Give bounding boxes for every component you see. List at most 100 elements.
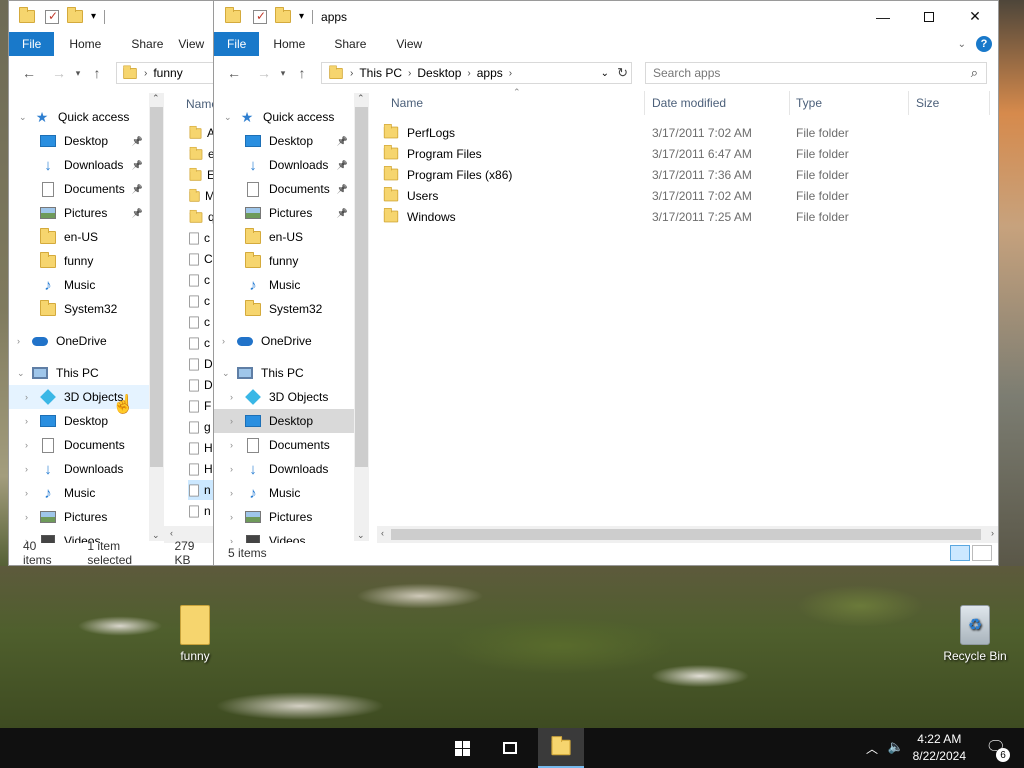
chevron-down-icon[interactable]: ⌄ xyxy=(224,112,232,123)
scroll-right-icon[interactable]: › xyxy=(991,528,994,538)
scroll-down-icon[interactable]: ⌄ xyxy=(357,530,365,541)
pin-icon[interactable]: 📌 xyxy=(132,136,143,147)
help-icon[interactable]: ? xyxy=(976,36,992,52)
nav-item-music[interactable]: ♪ Music xyxy=(9,273,149,297)
chevron-right-icon[interactable]: › xyxy=(230,464,233,474)
breadcrumb-this-pc[interactable]: This PC xyxy=(359,66,402,80)
properties-icon[interactable] xyxy=(253,9,267,24)
refresh-icon[interactable]: ↻ xyxy=(617,65,628,81)
breadcrumb-apps[interactable]: apps xyxy=(477,66,503,80)
close-button[interactable]: ✕ xyxy=(952,1,998,32)
nav-item-music[interactable]: ♪ Music xyxy=(214,273,354,297)
recent-locations-icon[interactable]: ▾ xyxy=(71,68,85,79)
nav-item-onedrive[interactable]: › OneDrive xyxy=(9,329,149,353)
chevron-right-icon[interactable]: › xyxy=(25,488,28,498)
new-folder-icon[interactable] xyxy=(275,7,291,23)
chevron-down-icon[interactable]: ⌄ xyxy=(222,368,230,379)
details-view-button[interactable] xyxy=(950,545,970,561)
address-bar[interactable]: › funny xyxy=(116,62,213,84)
chevron-right-icon[interactable]: › xyxy=(230,392,233,402)
nav-item-downloads[interactable]: ↓ Downloads 📌 xyxy=(9,153,149,177)
task-view-button[interactable] xyxy=(490,728,530,768)
chevron-right-icon[interactable]: › xyxy=(222,336,225,346)
column-header-type[interactable]: Type xyxy=(796,87,822,119)
nav-item-documents[interactable]: › Documents xyxy=(9,433,149,457)
nav-item-funny[interactable]: funny xyxy=(9,249,149,273)
start-button[interactable] xyxy=(442,728,482,768)
nav-item-pictures[interactable]: Pictures 📌 xyxy=(214,201,354,225)
file-row[interactable]: E xyxy=(188,165,213,185)
system-clock[interactable]: 4:22 AM 8/22/2024 xyxy=(913,731,966,765)
nav-item-en-us[interactable]: en-US xyxy=(9,225,149,249)
chevron-right-icon[interactable]: › xyxy=(17,336,20,346)
file-row[interactable]: c xyxy=(188,291,213,311)
pin-icon[interactable]: 📌 xyxy=(337,208,348,219)
recent-locations-icon[interactable]: ▾ xyxy=(276,68,290,79)
file-row[interactable]: c xyxy=(188,270,213,290)
chevron-right-icon[interactable]: › xyxy=(25,464,28,474)
nav-pane-scrollbar[interactable]: ⌃ ⌄ xyxy=(354,93,369,541)
nav-item-3d-objects[interactable]: › 3D Objects xyxy=(214,385,354,409)
minimize-button[interactable]: — xyxy=(860,1,906,32)
chevron-right-icon[interactable]: › xyxy=(230,416,233,426)
file-row[interactable]: c xyxy=(188,312,213,332)
tab-home[interactable]: Home xyxy=(259,37,319,51)
title-bar[interactable]: ▾ apps — ✕ xyxy=(214,1,998,32)
tab-view[interactable]: View xyxy=(178,37,213,51)
tab-share[interactable]: Share xyxy=(116,37,178,51)
scrollbar-thumb[interactable] xyxy=(150,107,163,467)
nav-item-documents[interactable]: Documents 📌 xyxy=(214,177,354,201)
chevron-right-icon[interactable]: › xyxy=(230,440,233,450)
column-header-name[interactable]: Name xyxy=(186,89,213,119)
file-row[interactable]: Windows xyxy=(383,206,456,227)
nav-item-documents[interactable]: Documents 📌 xyxy=(9,177,149,201)
file-row[interactable]: e xyxy=(188,144,213,164)
file-row[interactable]: Program Files (x86) xyxy=(383,164,512,185)
file-row[interactable]: Users xyxy=(383,185,438,206)
scroll-up-icon[interactable]: ⌃ xyxy=(152,93,160,104)
maximize-button[interactable] xyxy=(906,1,952,32)
explorer-window-apps[interactable]: ▾ apps — ✕ File Home Share View ⌄ ? ← → … xyxy=(213,0,999,566)
nav-item-system32[interactable]: System32 xyxy=(214,297,354,321)
file-row[interactable]: D xyxy=(188,375,213,395)
desktop-icon-funny[interactable]: funny xyxy=(155,605,235,663)
nav-item-downloads[interactable]: › ↓ Downloads xyxy=(214,457,354,481)
file-row[interactable]: Program Files xyxy=(383,143,482,164)
chevron-right-icon[interactable]: › xyxy=(25,440,28,450)
scrollbar-thumb[interactable] xyxy=(355,107,368,467)
tab-file[interactable]: File xyxy=(9,32,55,56)
pin-icon[interactable]: 📌 xyxy=(132,208,143,219)
back-arrow-icon[interactable]: ← xyxy=(17,65,41,81)
title-bar[interactable]: ▾ xyxy=(9,1,213,32)
nav-item-pictures[interactable]: › Pictures xyxy=(9,505,149,529)
file-row[interactable]: q xyxy=(188,207,213,227)
explorer-window-funny[interactable]: ▾ File Home Share View ← → ▾ ↑ › funny ⌄… xyxy=(8,0,214,566)
pin-icon[interactable]: 📌 xyxy=(132,184,143,195)
file-row[interactable]: H xyxy=(188,459,213,479)
large-icons-view-button[interactable] xyxy=(972,545,992,561)
file-row[interactable]: H xyxy=(188,438,213,458)
chevron-down-icon[interactable]: ⌄ xyxy=(17,368,25,379)
up-arrow-icon[interactable]: ↑ xyxy=(290,65,314,81)
tab-home[interactable]: Home xyxy=(54,37,116,51)
file-row[interactable]: n xyxy=(188,501,213,521)
address-bar[interactable]: › This PC › Desktop › apps › ⌄ ↻ xyxy=(321,62,632,84)
file-row[interactable]: C xyxy=(188,249,213,269)
properties-icon[interactable] xyxy=(45,9,59,24)
nav-item-desktop[interactable]: › Desktop xyxy=(214,409,354,433)
nav-item-system32[interactable]: System32 xyxy=(9,297,149,321)
file-row[interactable]: c xyxy=(188,333,213,353)
customize-qat-icon[interactable]: ▾ xyxy=(91,11,96,22)
file-row[interactable]: A xyxy=(188,123,213,143)
nav-item-downloads[interactable]: ↓ Downloads 📌 xyxy=(214,153,354,177)
nav-item-this-pc[interactable]: ⌄ This PC xyxy=(9,361,149,385)
scroll-up-icon[interactable]: ⌃ xyxy=(357,93,365,104)
file-row[interactable]: n xyxy=(188,480,213,500)
nav-item-music[interactable]: › ♪ Music xyxy=(9,481,149,505)
nav-item-desktop[interactable]: Desktop 📌 xyxy=(214,129,354,153)
customize-qat-icon[interactable]: ▾ xyxy=(299,11,304,22)
pin-icon[interactable]: 📌 xyxy=(337,160,348,171)
file-row[interactable]: g xyxy=(188,417,213,437)
search-input[interactable]: Search apps ⌕ xyxy=(645,62,987,84)
address-dropdown-icon[interactable]: ⌄ xyxy=(601,68,609,79)
